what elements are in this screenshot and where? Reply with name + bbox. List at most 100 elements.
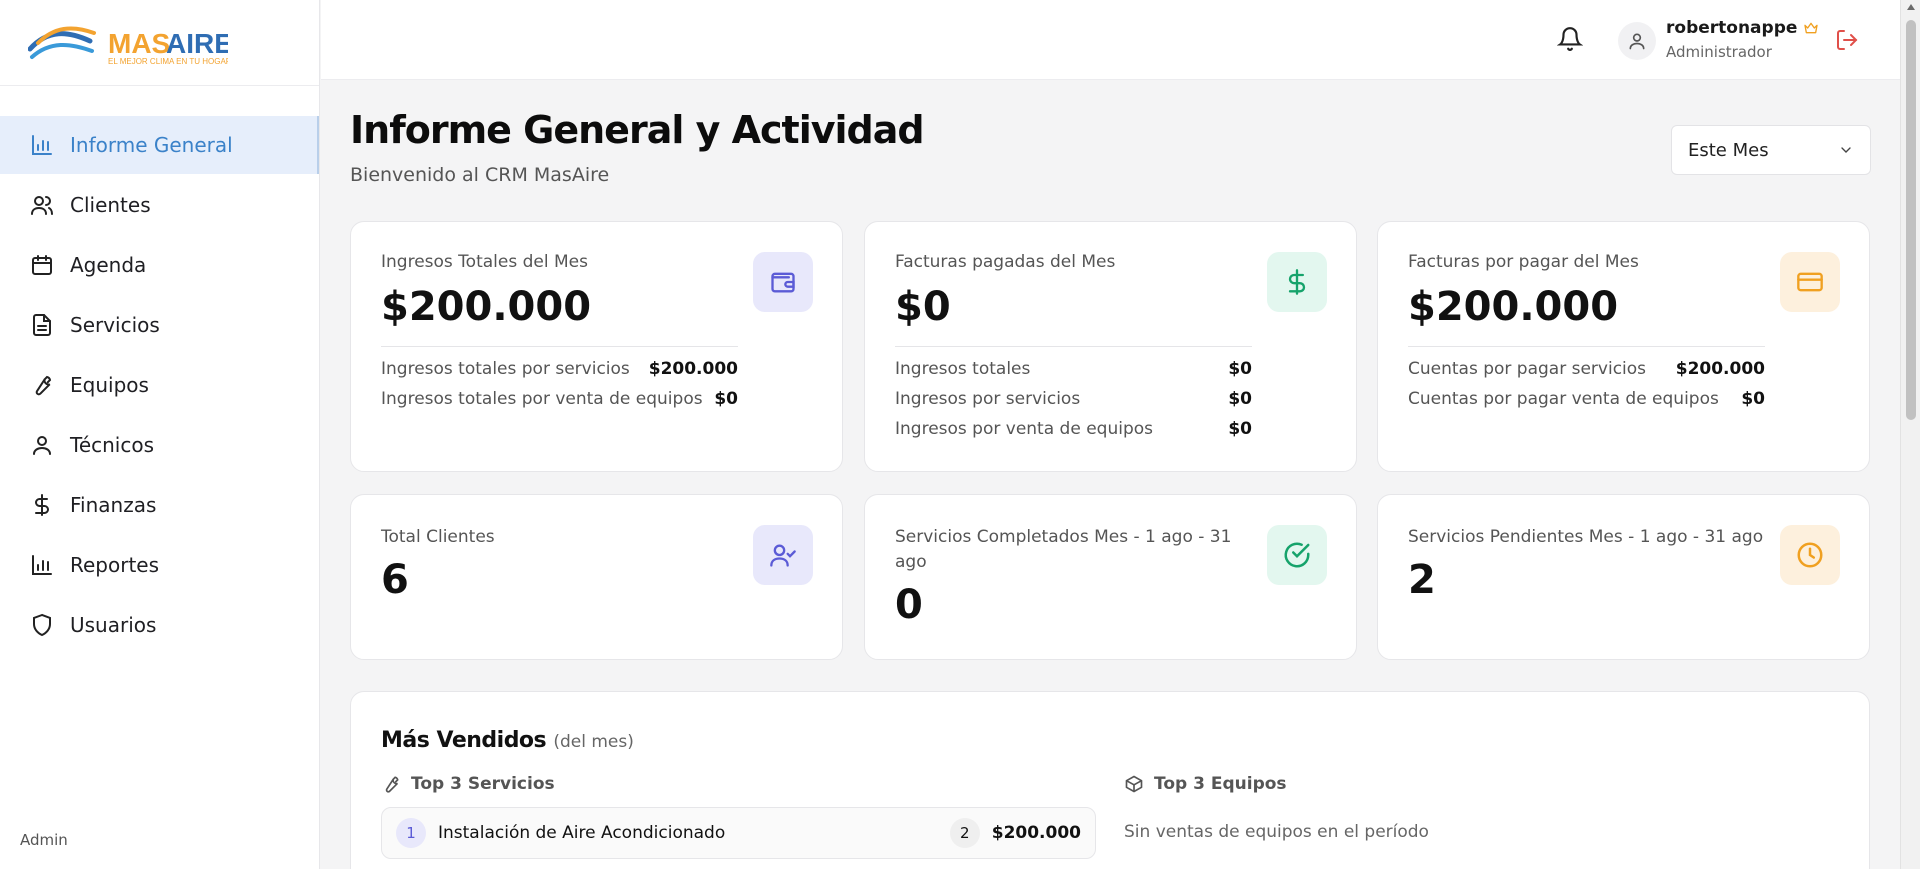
clock-icon <box>1780 525 1840 585</box>
row-label: Cuentas por pagar servicios <box>1408 359 1647 379</box>
card-row: Ingresos por venta de equipos $0 <box>895 419 1252 439</box>
user-check-icon <box>753 525 813 585</box>
page-title: Informe General y Actividad <box>350 108 925 152</box>
item-amount: $200.000 <box>991 823 1081 843</box>
top-equipment-label: Top 3 Equipos <box>1154 774 1287 794</box>
row-value: $200.000 <box>1675 359 1765 379</box>
sidebar: MAS AIRE EL MEJOR CLIMA EN TU HOGAR Info… <box>0 0 320 869</box>
divider <box>895 346 1252 347</box>
card-row: Cuentas por pagar servicios $200.000 <box>1408 359 1765 379</box>
sidebar-item-label: Informe General <box>70 133 233 157</box>
bar-chart-icon <box>30 553 54 577</box>
card-row: Cuentas por pagar venta de equipos $0 <box>1408 389 1765 409</box>
card-label: Servicios Completados Mes - 1 ago - 31 a… <box>895 527 1232 572</box>
card-value: 0 <box>895 582 923 628</box>
card-ingresos: Ingresos Totales del Mes $200.000 Ingres… <box>350 221 843 472</box>
row-value: $0 <box>1741 389 1765 409</box>
avatar[interactable] <box>1618 22 1656 60</box>
sidebar-item-informe-general[interactable]: Informe General <box>0 116 319 174</box>
card-row: Ingresos por servicios $0 <box>895 389 1252 409</box>
card-servicios-pendientes: Servicios Pendientes Mes - 1 ago - 31 ag… <box>1377 494 1870 660</box>
sidebar-item-clientes[interactable]: Clientes <box>0 176 319 234</box>
masaire-logo[interactable]: MAS AIRE EL MEJOR CLIMA EN TU HOGAR <box>28 19 228 67</box>
equipment-empty-message: Sin ventas de equipos en el período <box>1124 822 1429 842</box>
qty-badge: 2 <box>949 818 980 848</box>
card-value: $200.000 <box>1408 284 1619 330</box>
crown-icon <box>1804 22 1819 34</box>
shield-icon <box>30 613 54 637</box>
wallet-icon <box>753 252 813 312</box>
sidebar-item-equipos[interactable]: Equipos <box>0 356 319 414</box>
sidebar-nav: Informe General Clientes Agenda Servicio… <box>0 86 319 654</box>
bell-icon[interactable] <box>1556 26 1584 52</box>
rank-badge: 1 <box>396 818 426 848</box>
sidebar-item-usuarios[interactable]: Usuarios <box>0 596 319 654</box>
credit-card-icon <box>1780 252 1840 312</box>
dollar-icon <box>30 493 54 517</box>
row-label: Cuentas por pagar venta de equipos <box>1408 389 1719 409</box>
row-value: $0 <box>1228 419 1252 439</box>
period-select[interactable]: Este Mes <box>1671 125 1871 175</box>
sidebar-item-servicios[interactable]: Servicios <box>0 296 319 354</box>
user-icon <box>1629 33 1645 50</box>
logout-icon[interactable] <box>1835 28 1859 52</box>
sales-subtitle: (del mes) <box>553 732 634 752</box>
logo-area: MAS AIRE EL MEJOR CLIMA EN TU HOGAR <box>0 0 319 86</box>
card-label: Facturas por pagar del Mes <box>1408 252 1639 272</box>
document-icon <box>30 313 54 337</box>
card-row: Ingresos totales $0 <box>895 359 1252 379</box>
sidebar-item-finanzas[interactable]: Finanzas <box>0 476 319 534</box>
svg-text:AIRE: AIRE <box>166 28 228 59</box>
svg-text:EL MEJOR CLIMA EN TU HOGAR: EL MEJOR CLIMA EN TU HOGAR <box>108 57 228 66</box>
card-value: 6 <box>381 557 409 603</box>
scroll-up-arrow-icon[interactable] <box>1907 4 1915 10</box>
user-icon <box>30 433 54 457</box>
top-services-label: Top 3 Servicios <box>411 774 555 794</box>
chevron-down-icon <box>1841 147 1851 153</box>
sidebar-item-label: Técnicos <box>70 433 155 457</box>
sidebar-footer: Admin <box>20 831 68 849</box>
card-mas-vendidos: Más Vendidos (del mes) Top 3 Servicios T… <box>350 691 1870 869</box>
sidebar-item-reportes[interactable]: Reportes <box>0 536 319 594</box>
sidebar-item-label: Equipos <box>70 373 149 397</box>
row-label: Ingresos por venta de equipos <box>895 419 1153 439</box>
top-services-head: Top 3 Servicios <box>381 774 555 794</box>
card-facturas-pagadas: Facturas pagadas del Mes $0 Ingresos tot… <box>864 221 1357 472</box>
scroll-thumb[interactable] <box>1906 20 1916 420</box>
user-name-text: robertonappe <box>1666 18 1798 38</box>
card-label: Servicios Pendientes Mes - 1 ago - 31 ag… <box>1408 527 1764 547</box>
row-value: $0 <box>1228 389 1252 409</box>
top-equipment-head: Top 3 Equipos <box>1124 774 1287 794</box>
wrench-icon <box>30 373 54 397</box>
card-label: Total Clientes <box>381 527 495 547</box>
sidebar-item-label: Reportes <box>70 553 160 577</box>
row-label: Ingresos totales por servicios <box>381 359 630 379</box>
row-label: Ingresos por servicios <box>895 389 1081 409</box>
card-servicios-completados: Servicios Completados Mes - 1 ago - 31 a… <box>864 494 1357 660</box>
page-subtitle: Bienvenido al CRM MasAire <box>350 164 610 186</box>
list-item[interactable]: 1 Instalación de Aire Acondicionado 2 $2… <box>381 807 1096 859</box>
sidebar-item-label: Clientes <box>70 193 151 217</box>
card-total-clientes: Total Clientes 6 <box>350 494 843 660</box>
sidebar-item-agenda[interactable]: Agenda <box>0 236 319 294</box>
divider <box>381 346 738 347</box>
package-icon <box>1125 775 1143 793</box>
calendar-icon <box>30 253 54 277</box>
sidebar-item-label: Servicios <box>70 313 160 337</box>
card-facturas-por-pagar: Facturas por pagar del Mes $200.000 Cuen… <box>1377 221 1870 472</box>
users-icon <box>30 193 54 217</box>
card-value: $200.000 <box>381 284 592 330</box>
bar-chart-icon <box>30 133 54 157</box>
sidebar-item-tecnicos[interactable]: Técnicos <box>0 416 319 474</box>
row-value: $0 <box>714 389 738 409</box>
wrench-icon <box>385 776 399 793</box>
topbar: robertonappe Administrador <box>321 0 1900 80</box>
divider <box>1408 346 1765 347</box>
row-label: Ingresos totales por venta de equipos <box>381 389 703 409</box>
card-row: Ingresos totales por venta de equipos $0 <box>381 389 738 409</box>
sidebar-item-label: Finanzas <box>70 493 157 517</box>
row-label: Ingresos totales <box>895 359 1031 379</box>
scrollbar[interactable] <box>1900 0 1920 869</box>
row-value: $200.000 <box>648 359 738 379</box>
card-label: Facturas pagadas del Mes <box>895 252 1116 272</box>
